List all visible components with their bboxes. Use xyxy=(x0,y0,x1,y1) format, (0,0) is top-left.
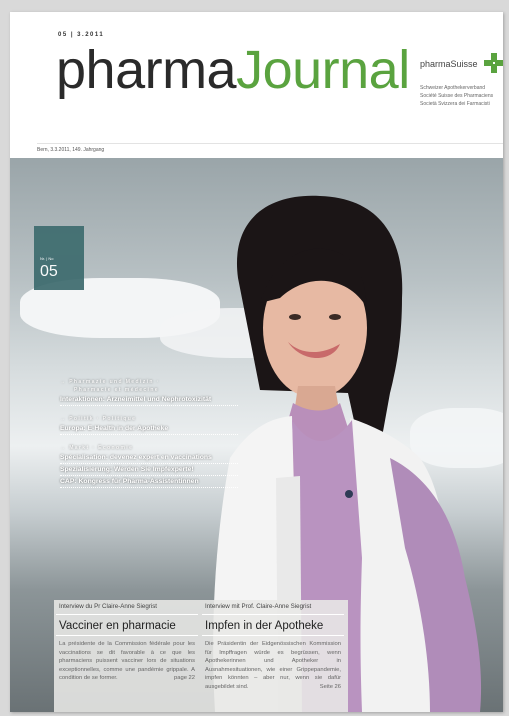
issue-number-box: Nr. | No 05 xyxy=(34,226,84,290)
contents-item[interactable]: Europa: E-Health in der Apotheke xyxy=(60,423,238,435)
interview-panel-fr[interactable]: Interview du Pr Claire-Anne Siegrist Vac… xyxy=(56,600,198,712)
contents-item[interactable]: Interaktionen: Arzneimittel und Nephroto… xyxy=(60,394,238,406)
panel-body: La présidente de la Commission fédérale … xyxy=(56,636,198,683)
magazine-cover: 05 | 3.2011 pharmaJournal pharmaSuisse S… xyxy=(10,12,503,712)
interview-panels: Interview du Pr Claire-Anne Siegrist Vac… xyxy=(54,600,348,712)
tagline-line: Società Svizzera dei Farmacisti xyxy=(420,101,490,107)
interview-panel-de[interactable]: Interview mit Prof. Claire-Anne Siegrist… xyxy=(202,600,344,712)
panel-body: Die Präsidentin der Eidgenössischen Komm… xyxy=(202,636,344,692)
pharmacy-cross-icon xyxy=(483,52,503,74)
page-reference: Seite 26 xyxy=(319,683,341,690)
masthead: pharmaJournal xyxy=(56,40,410,100)
tagline-line: Société Suisse des Pharmaciens xyxy=(420,93,494,99)
section-label: → Markt · Economie xyxy=(60,445,134,451)
section-label: → Politik · Politique xyxy=(60,416,137,422)
issue-number-value: 05 xyxy=(40,263,58,280)
panel-lead: Interview mit Prof. Claire-Anne Siegrist xyxy=(202,600,344,615)
panel-body-text: Die Präsidentin der Eidgenössischen Komm… xyxy=(205,641,341,690)
cover-contents: → Pharmazie und Medizin · Pharmacie et m… xyxy=(60,378,238,488)
header-divider xyxy=(37,143,503,144)
publisher-tagline: Schweizer Apothekerverband Société Suiss… xyxy=(420,84,493,108)
issue-number: 05 | 3.2011 xyxy=(58,32,105,38)
section-label: → Pharmazie und Medizin · xyxy=(60,379,160,385)
publisher-name: pharmaSuisse xyxy=(420,59,478,69)
masthead-journal: Journal xyxy=(236,40,410,100)
panel-lead: Interview du Pr Claire-Anne Siegrist xyxy=(56,600,198,615)
section-label: Pharmacie et médecine xyxy=(74,387,159,393)
contents-item[interactable]: Spécialisation: devenez expert en vaccin… xyxy=(60,452,238,464)
issue-number-label: Nr. | No xyxy=(40,256,54,261)
panel-headline: Vacciner en pharmacie xyxy=(56,615,198,636)
panel-headline: Impfen in der Apotheke xyxy=(202,615,344,636)
page-reference: page 22 xyxy=(174,675,195,682)
tagline-line: Schweizer Apothekerverband xyxy=(420,85,486,91)
masthead-pharma: pharma xyxy=(56,40,237,100)
contents-item[interactable]: CAP: Kongress für Pharma-Assistentinnen xyxy=(60,476,238,488)
contents-item[interactable]: Spezialisierung: Werden Sie Impfexperte! xyxy=(60,464,238,476)
dateline: Bern, 3.3.2011, 149. Jahrgang xyxy=(37,147,105,153)
